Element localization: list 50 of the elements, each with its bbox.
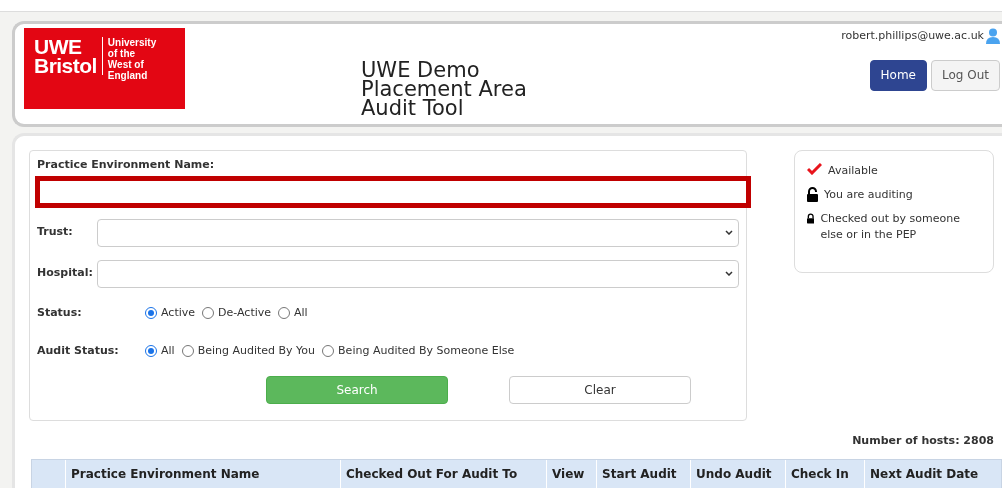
app-title-line: Audit Tool <box>361 99 465 118</box>
column-header: Checked Out For Audit To <box>341 459 547 488</box>
chevron-down-icon <box>725 230 733 235</box>
field-label: Trust: <box>37 224 74 241</box>
radio-button[interactable] <box>145 345 157 358</box>
checkmark-icon <box>807 163 822 175</box>
nav-button[interactable]: Log Out <box>931 59 1000 91</box>
trust-select-field[interactable] <box>97 218 739 247</box>
user-icon <box>986 28 1000 45</box>
radio-button[interactable] <box>145 306 157 319</box>
legend-text: Checked out by someone else or in the PEP <box>820 211 961 243</box>
logo-subtitle: West of <box>107 59 145 70</box>
logo-subtitle: of the <box>107 48 136 59</box>
field-label: Hospital: <box>37 265 94 282</box>
field-label: Status: <box>37 304 83 321</box>
field-label: Audit Status: <box>37 343 120 359</box>
column-header: Start Audit <box>597 459 691 488</box>
radio-button[interactable] <box>278 306 291 319</box>
radio-label: All <box>294 304 308 321</box>
legend-text: You are auditing <box>824 187 913 203</box>
column-header: Undo Audit <box>691 459 786 488</box>
radio-label: Active <box>161 304 196 321</box>
hosts-count: Number of hosts: 2808 <box>852 433 994 449</box>
padlock-icon <box>807 211 815 226</box>
app-title-line: Placement Area <box>361 80 527 99</box>
user-email: robert.phillips@uwe.ac.uk <box>841 28 984 44</box>
logo-text: Bristol <box>34 56 97 75</box>
chevron-down-icon <box>725 271 733 276</box>
radio-label: All <box>161 343 175 359</box>
hospital-select-field[interactable] <box>97 259 739 288</box>
logo-subtitle: University <box>107 37 157 48</box>
unlocked-padlock-icon <box>807 187 818 202</box>
radio-label: Being Audited By You <box>197 343 316 359</box>
legend-text: Available <box>828 163 878 179</box>
nav-button[interactable]: Home <box>869 59 927 91</box>
column-header: Practice Environment Name <box>66 459 341 488</box>
field-label: Practice Environment Name: <box>37 157 216 173</box>
radio-label: De-Active <box>218 304 272 321</box>
name-input-field[interactable] <box>35 175 751 208</box>
clear-button[interactable]: Clear <box>509 375 691 404</box>
radio-button[interactable] <box>322 345 335 358</box>
column-header: Check In <box>786 459 865 488</box>
radio-button[interactable] <box>202 306 215 319</box>
logo-subtitle: England <box>107 70 149 81</box>
column-header: Next Audit Date <box>865 459 1002 488</box>
radio-label: Being Audited By Someone Else <box>338 343 515 359</box>
app-title-line: UWE Demo <box>361 61 480 80</box>
column-header: View <box>547 459 597 488</box>
logo-text: UWE <box>34 37 83 56</box>
radio-button[interactable] <box>181 345 194 358</box>
